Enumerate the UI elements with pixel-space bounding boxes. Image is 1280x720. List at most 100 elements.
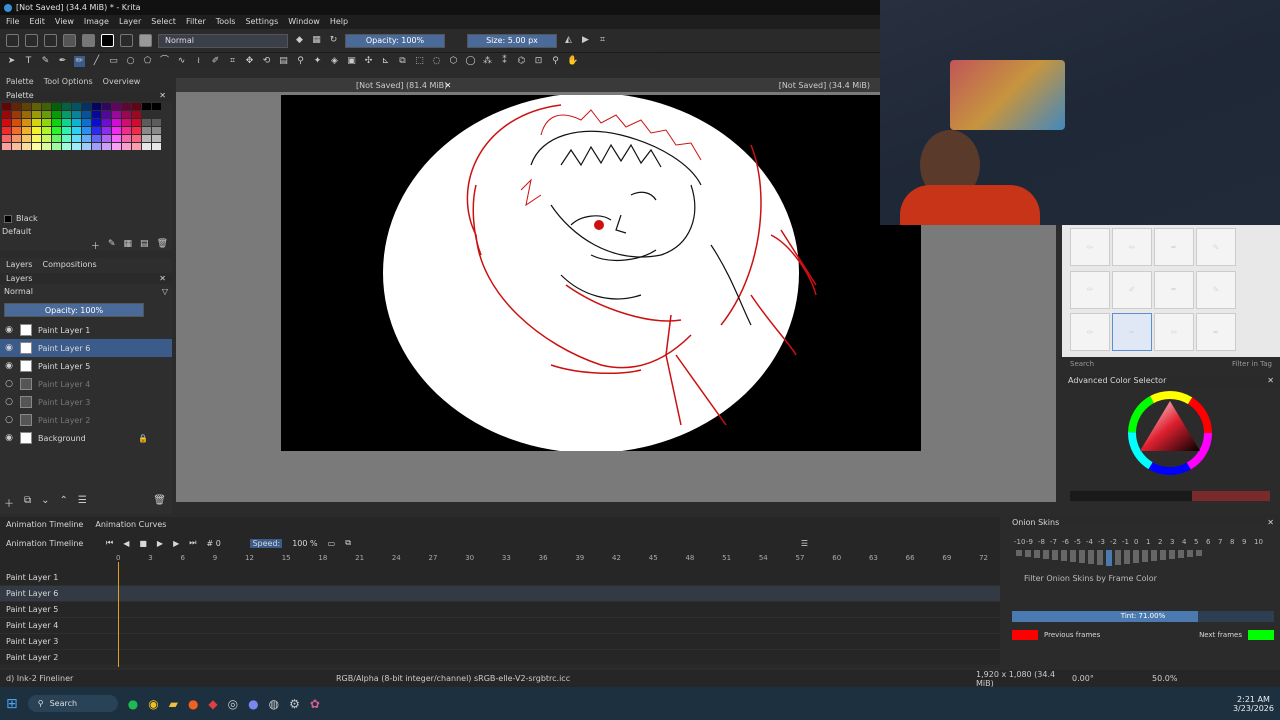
color-picker-icon[interactable]: ⚲ bbox=[295, 56, 306, 67]
color-swatch[interactable] bbox=[42, 135, 51, 142]
menu-filter[interactable]: Filter bbox=[186, 17, 206, 27]
transform-tool-icon[interactable]: ⟲ bbox=[261, 56, 272, 67]
onion-bar[interactable] bbox=[1142, 550, 1148, 562]
onion-bar[interactable] bbox=[1178, 550, 1184, 558]
size-slider[interactable]: Size: 5.00 px bbox=[467, 33, 557, 48]
color-swatch[interactable] bbox=[72, 119, 81, 126]
bezier-tool-icon[interactable]: ∿ bbox=[176, 56, 187, 67]
opacity-slider[interactable]: Opacity: 100% bbox=[345, 33, 445, 48]
doc-tab-2[interactable]: [Not Saved] (34.4 MiB) bbox=[779, 81, 870, 90]
preserve-alpha-icon[interactable]: ▦ bbox=[311, 35, 322, 46]
color-swatch[interactable] bbox=[102, 111, 111, 118]
assistant-tool-icon[interactable]: ✣ bbox=[363, 56, 374, 67]
color-swatch[interactable] bbox=[42, 119, 51, 126]
onion-frame-number[interactable]: 1 bbox=[1146, 538, 1154, 546]
move-layer-down-icon[interactable]: ⌄ bbox=[41, 495, 49, 510]
onion-bar[interactable] bbox=[1133, 550, 1139, 563]
previous-frames-color[interactable] bbox=[1012, 630, 1038, 640]
play-icon[interactable]: ▶ bbox=[157, 539, 163, 548]
onion-frame-number[interactable]: 3 bbox=[1170, 538, 1178, 546]
onion-frame-number[interactable]: 0 bbox=[1134, 538, 1142, 546]
tint-slider[interactable]: Tint: 71.00% bbox=[1012, 611, 1274, 622]
color-swatch[interactable] bbox=[72, 135, 81, 142]
mirror-horizontal-icon[interactable]: ◭ bbox=[563, 35, 574, 46]
layer-properties-icon[interactable]: ☰ bbox=[78, 495, 87, 510]
menu-select[interactable]: Select bbox=[151, 17, 176, 27]
onion-frame-number[interactable]: -10 bbox=[1014, 538, 1025, 546]
onion-frame-number[interactable]: -8 bbox=[1038, 538, 1046, 546]
filter-in-tag-checkbox[interactable]: Filter in Tag bbox=[1232, 360, 1272, 370]
onion-frame-number[interactable]: -5 bbox=[1074, 538, 1082, 546]
color-swatch[interactable] bbox=[12, 119, 21, 126]
color-swap-icon[interactable] bbox=[101, 34, 114, 47]
onion-frame-number[interactable]: 4 bbox=[1182, 538, 1190, 546]
color-swatch[interactable] bbox=[142, 111, 151, 118]
duplicate-layer-icon[interactable]: ⧉ bbox=[24, 495, 31, 510]
onion-bar[interactable] bbox=[1079, 550, 1085, 563]
menu-help[interactable]: Help bbox=[330, 17, 348, 27]
color-swatch[interactable] bbox=[32, 111, 41, 118]
close-icon[interactable]: ✕ bbox=[159, 274, 166, 283]
color-swatch[interactable] bbox=[52, 103, 61, 110]
onion-bar[interactable] bbox=[1061, 550, 1067, 561]
onion-frame-number[interactable]: -1 bbox=[1122, 538, 1130, 546]
delete-layer-icon[interactable]: 🗑 bbox=[153, 495, 166, 510]
layer-blend-mode-select[interactable]: Normal bbox=[4, 287, 33, 296]
tab-animation-curves[interactable]: Animation Curves bbox=[95, 520, 166, 529]
close-icon[interactable]: ✕ bbox=[1267, 518, 1274, 527]
color-swatch[interactable] bbox=[82, 127, 91, 134]
color-swatch[interactable] bbox=[72, 143, 81, 150]
onion-bar[interactable] bbox=[1115, 550, 1121, 565]
app-icon[interactable]: ◆ bbox=[208, 697, 217, 711]
color-swatch[interactable] bbox=[22, 135, 31, 142]
color-swatch[interactable] bbox=[42, 143, 51, 150]
eye-icon[interactable]: ◉ bbox=[4, 325, 14, 335]
color-swatch[interactable] bbox=[102, 103, 111, 110]
color-swatch[interactable] bbox=[102, 119, 111, 126]
color-swatch[interactable] bbox=[142, 119, 151, 126]
color-swatch[interactable] bbox=[142, 135, 151, 142]
color-swatch[interactable] bbox=[62, 119, 71, 126]
color-swatch[interactable] bbox=[122, 119, 131, 126]
taskbar-search[interactable]: ⚲ Search bbox=[27, 695, 118, 712]
mirror-vertical-icon[interactable]: ▶ bbox=[580, 35, 591, 46]
color-swatch[interactable] bbox=[102, 143, 111, 150]
zoom-tool-icon[interactable]: ⚲ bbox=[550, 56, 561, 67]
onion-bar[interactable] bbox=[1052, 550, 1058, 560]
color-swatch[interactable] bbox=[122, 111, 131, 118]
settings-icon[interactable]: ☰ bbox=[801, 539, 808, 548]
color-swatch[interactable] bbox=[62, 103, 71, 110]
color-swatch[interactable] bbox=[52, 135, 61, 142]
color-wheel[interactable] bbox=[1062, 386, 1280, 506]
calligraphy-icon[interactable]: ✒ bbox=[57, 56, 68, 67]
color-swatch[interactable] bbox=[112, 135, 121, 142]
color-swatch[interactable] bbox=[82, 143, 91, 150]
playhead[interactable] bbox=[118, 562, 125, 667]
menu-view[interactable]: View bbox=[55, 17, 74, 27]
color-swatch[interactable] bbox=[52, 143, 61, 150]
color-swatch[interactable] bbox=[152, 127, 161, 134]
color-swatch[interactable] bbox=[2, 143, 11, 150]
brush-preset[interactable]: ✒ bbox=[1196, 313, 1236, 352]
palette-swatches[interactable] bbox=[0, 101, 172, 152]
swatch-grid-icon[interactable]: ▦ bbox=[124, 239, 133, 252]
prev-frame-icon[interactable]: ◀ bbox=[123, 539, 129, 548]
eraser-icon[interactable]: ◆ bbox=[294, 35, 305, 46]
discord-icon[interactable]: ● bbox=[248, 697, 258, 711]
palette-set-name[interactable]: Default bbox=[0, 227, 172, 236]
brush-preset[interactable]: ✏ bbox=[1070, 270, 1110, 309]
color-swatch[interactable] bbox=[12, 135, 21, 142]
brush-search-input[interactable]: Search bbox=[1070, 360, 1094, 370]
next-frame-icon[interactable]: ▶ bbox=[173, 539, 179, 548]
onion-bar[interactable] bbox=[1088, 550, 1094, 564]
onion-bar[interactable] bbox=[1070, 550, 1076, 562]
color-swatch[interactable] bbox=[32, 127, 41, 134]
color-swatch[interactable] bbox=[2, 127, 11, 134]
settings-gear-icon[interactable]: ⚙ bbox=[289, 697, 300, 711]
color-swatch[interactable] bbox=[102, 127, 111, 134]
menu-file[interactable]: File bbox=[6, 17, 19, 27]
onion-icon[interactable]: ⧉ bbox=[345, 538, 351, 548]
onion-frame-number[interactable]: -4 bbox=[1086, 538, 1094, 546]
windows-start-icon[interactable]: ⊞ bbox=[6, 696, 18, 712]
brush-preset[interactable]: ✏ bbox=[1070, 228, 1110, 266]
